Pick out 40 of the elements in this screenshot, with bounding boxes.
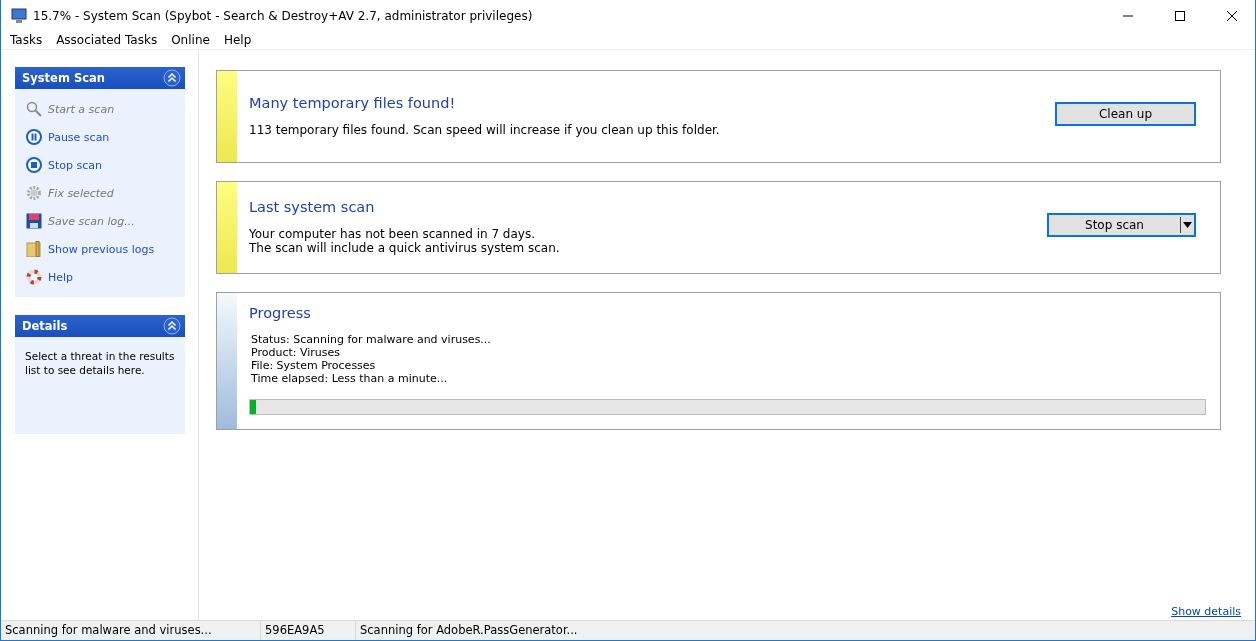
task-link[interactable]: Pause scan xyxy=(48,130,110,144)
maximize-icon[interactable] xyxy=(1175,10,1185,21)
status-text: 596EA9A5 xyxy=(261,621,356,640)
folder-icon xyxy=(26,241,42,257)
menu-item[interactable]: Online xyxy=(164,31,217,49)
caret-icon xyxy=(1183,221,1192,228)
search-icon xyxy=(26,101,42,117)
collapse-button[interactable] xyxy=(163,69,181,87)
menu-item[interactable]: Tasks xyxy=(3,31,50,49)
task-link[interactable]: Stop scan xyxy=(48,158,102,172)
card-text: Time elapsed: Less than a minute... xyxy=(251,372,448,385)
gear-icon xyxy=(26,185,42,201)
card-text: Status: Scanning for malware and viruses... xyxy=(251,333,491,346)
card-text: File: System Processes xyxy=(251,359,376,372)
lifebuoy-icon xyxy=(26,269,42,285)
card-title: Last system scan xyxy=(249,198,375,215)
card-text: Product: Viruses xyxy=(251,346,341,359)
menu-item[interactable]: Associated Tasks xyxy=(49,31,165,49)
card-text: The scan will include a quick antivirus system scan. xyxy=(249,240,560,255)
card-text: 113 temporary files found. Scan speed will increase if you clean up this folder. xyxy=(249,122,720,137)
status-text: Scanning for AdobeR.PassGenerator... xyxy=(359,622,579,639)
action-button[interactable]: Stop scan xyxy=(1047,212,1196,237)
monitor-icon xyxy=(11,7,27,24)
status-text: Scanning for malware and viruses... xyxy=(1,621,261,640)
menu-item[interactable]: Help xyxy=(216,31,259,49)
pause-icon xyxy=(26,129,42,145)
card-title: Progress xyxy=(249,305,311,321)
close-icon[interactable] xyxy=(1227,10,1237,21)
panel-title: System Scan xyxy=(22,71,105,85)
panel-title: Details xyxy=(22,319,68,333)
stop-icon xyxy=(26,157,42,173)
show-details-link[interactable]: Show details xyxy=(1171,605,1241,618)
task-link[interactable]: Show previous logs xyxy=(48,242,155,256)
card-title: Many temporary files found! xyxy=(249,94,456,111)
collapse-button[interactable] xyxy=(163,317,181,335)
window-title: 15.7% - System Scan (Spybot - Search & Destroy+AV 2.7, administrator privileges) xyxy=(33,8,534,23)
task-link[interactable]: Help xyxy=(48,270,74,284)
details-text: Select a threat in the results list to see details here. xyxy=(24,349,176,378)
action-button[interactable]: Clean up xyxy=(1055,101,1196,126)
card-text: Your computer has not been scanned in 7 days. xyxy=(249,226,535,241)
